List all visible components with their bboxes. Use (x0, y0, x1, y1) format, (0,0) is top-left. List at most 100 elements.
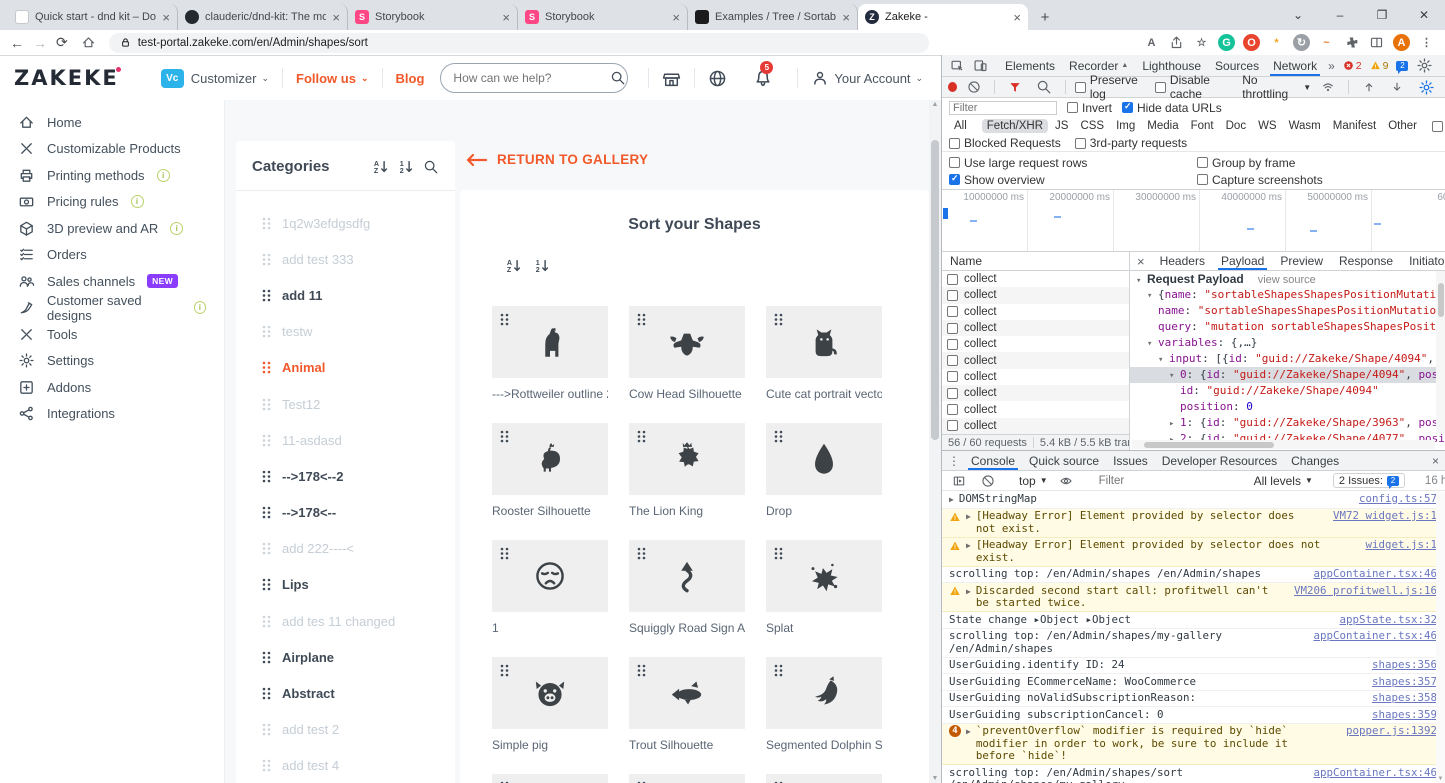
payload-tree-row[interactable]: ▾{name: "sortableShapesShapesPositionMut… (1130, 287, 1445, 303)
drag-handle-icon[interactable] (500, 430, 509, 443)
payload-tree-row[interactable]: name: "sortableShapesShapesPositionMutat… (1130, 303, 1445, 319)
drag-handle-icon[interactable] (637, 313, 646, 326)
source-link[interactable]: appContainer.tsx:46 (1313, 630, 1437, 643)
request-filter-chip[interactable]: Wasm (1284, 119, 1326, 133)
console-tab-console[interactable]: Console (964, 451, 1022, 470)
payload-tree-row[interactable]: ▾input: [{id: "guid://Zakeke/Shape/4094"… (1130, 351, 1445, 367)
shape-tile[interactable] (766, 774, 882, 783)
device-toolbar-icon[interactable] (969, 58, 992, 73)
category-item[interactable]: add 222----< (252, 531, 439, 567)
request-row[interactable]: collect (942, 369, 1129, 385)
console-tab-developer-resources[interactable]: Developer Resources (1155, 451, 1284, 470)
detail-tab-headers[interactable]: Headers (1152, 252, 1213, 270)
console-filter-input[interactable] (1097, 474, 1247, 488)
search-icon[interactable] (1032, 79, 1056, 95)
drag-handle-icon[interactable] (774, 430, 783, 443)
follow-us-menu[interactable]: Follow us⌄ (296, 71, 369, 86)
expand-triangle-icon[interactable]: ▾ (1147, 336, 1158, 352)
new-tab-button[interactable]: + (1032, 4, 1058, 30)
browser-tab[interactable]: clauderic/dnd-kit: The modern, li× (178, 4, 348, 30)
request-filter-chip[interactable]: Manifest (1328, 119, 1381, 133)
sidebar-item-addons[interactable]: Addons (0, 374, 224, 401)
request-checkbox[interactable] (947, 339, 958, 350)
drag-handle-icon[interactable] (262, 398, 271, 411)
drag-handle-icon[interactable] (500, 313, 509, 326)
more-tabs-icon[interactable]: » (1324, 59, 1339, 73)
devtools-menu-kebab-icon[interactable]: ⋮ (1437, 59, 1445, 73)
expand-triangle-icon[interactable]: ▶ (966, 725, 971, 739)
zakeke-logo[interactable]: ZAKEKE (14, 66, 119, 90)
info-icon[interactable]: i (131, 195, 144, 208)
request-row[interactable]: collect (942, 352, 1129, 368)
request-filter-chip[interactable]: CSS (1075, 119, 1109, 133)
console-scrollbar[interactable]: ▼ (1436, 492, 1445, 783)
help-search[interactable] (440, 63, 628, 93)
shape-tile[interactable] (766, 423, 882, 495)
detail-tab-initiator[interactable]: Initiator (1401, 252, 1445, 270)
console-message[interactable]: scrolling top: /en/Admin/shapes/my-galle… (942, 629, 1445, 658)
category-item[interactable]: add test 4 (252, 748, 439, 783)
help-search-input[interactable] (451, 70, 610, 86)
sort-numeric-icon[interactable]: 12 (534, 258, 550, 274)
request-checkbox[interactable] (947, 355, 958, 366)
expand-triangle-icon[interactable]: ▾ (1147, 288, 1158, 304)
category-item[interactable]: -->178<--2 (252, 458, 439, 494)
category-item[interactable]: 11-asdasd (252, 422, 439, 458)
blocked-requests-checkbox[interactable]: Blocked Requests (949, 136, 1061, 150)
request-row[interactable]: collect (942, 401, 1129, 417)
expand-triangle-icon[interactable]: ▶ (949, 493, 954, 507)
category-item[interactable]: Airplane (252, 639, 439, 675)
source-link[interactable]: VM72 widget.js:1 (1333, 510, 1437, 523)
request-filter-chip[interactable]: JS (1050, 119, 1073, 133)
request-row[interactable]: collect (942, 271, 1129, 287)
shape-tile[interactable] (766, 540, 882, 612)
log-levels-select[interactable]: All levels▼ (1254, 474, 1313, 488)
info-icon[interactable]: i (194, 301, 206, 314)
expand-triangle-icon[interactable]: ▶ (966, 539, 971, 553)
drag-handle-icon[interactable] (262, 615, 271, 628)
console-message[interactable]: State change ▸Object ▸ObjectappState.tsx… (942, 612, 1445, 629)
payload-tree-row[interactable]: ▾0: {id: "guid://Zakeke/Shape/4094", pos… (1130, 367, 1445, 383)
sort-alpha-icon[interactable]: AZ (506, 258, 522, 274)
request-filter-chip[interactable]: Img (1111, 119, 1140, 133)
ext-squiggle-icon[interactable]: ~ (1318, 34, 1335, 51)
inspect-element-icon[interactable] (946, 58, 969, 73)
console-message[interactable]: UserGuiding.identify ID: 24shapes:356 (942, 658, 1445, 675)
drag-handle-icon[interactable] (262, 542, 271, 555)
drag-handle-icon[interactable] (637, 664, 646, 677)
issues-badge-icon[interactable]: 2 (1392, 61, 1412, 71)
request-checkbox[interactable] (947, 420, 958, 431)
return-to-gallery-link[interactable]: RETURN TO GALLERY (466, 152, 648, 167)
request-filter-chip[interactable]: WS (1253, 119, 1282, 133)
tab-close-icon[interactable]: × (1013, 10, 1021, 25)
shape-tile[interactable] (629, 774, 745, 783)
drag-handle-icon[interactable] (262, 578, 271, 591)
home-icon[interactable] (77, 35, 100, 50)
drag-handle-icon[interactable] (262, 325, 271, 338)
request-checkbox[interactable] (947, 274, 958, 285)
onetab-icon[interactable]: O (1243, 34, 1260, 51)
network-overview-timeline[interactable]: 10000000 ms20000000 ms30000000 ms4000000… (942, 190, 1445, 252)
customizer-menu[interactable]: Customizer⌄ (191, 71, 269, 86)
tab-search-chevron-icon[interactable]: ⌄ (1277, 8, 1319, 22)
category-item[interactable]: add 11 (252, 277, 439, 313)
info-icon[interactable]: i (170, 222, 183, 235)
sidebar-item-sales-channels[interactable]: Sales channelsNEW (0, 268, 224, 295)
context-select[interactable]: top▼ (1019, 474, 1048, 488)
show-overview-checkbox[interactable]: Show overview (949, 173, 1045, 187)
request-checkbox[interactable] (947, 371, 958, 382)
drag-handle-icon[interactable] (262, 687, 271, 700)
shape-tile[interactable] (492, 306, 608, 378)
sidebar-item-integrations[interactable]: Integrations (0, 401, 224, 428)
account-menu[interactable]: Your Account ⌄ (811, 69, 923, 87)
shape-tile[interactable] (492, 774, 608, 783)
drag-handle-icon[interactable] (262, 651, 271, 664)
drag-handle-icon[interactable] (500, 547, 509, 560)
payload-tree-row[interactable]: query: "mutation sortableShapesShapesPos… (1130, 319, 1445, 335)
sidebar-item-home[interactable]: Home (0, 109, 224, 136)
info-icon[interactable]: i (157, 169, 170, 182)
source-link[interactable]: shapes:356 (1372, 659, 1437, 672)
preserve-log-checkbox[interactable]: Preserve log (1075, 73, 1149, 101)
tab-close-icon[interactable]: × (162, 10, 170, 25)
request-checkbox[interactable] (947, 290, 958, 301)
